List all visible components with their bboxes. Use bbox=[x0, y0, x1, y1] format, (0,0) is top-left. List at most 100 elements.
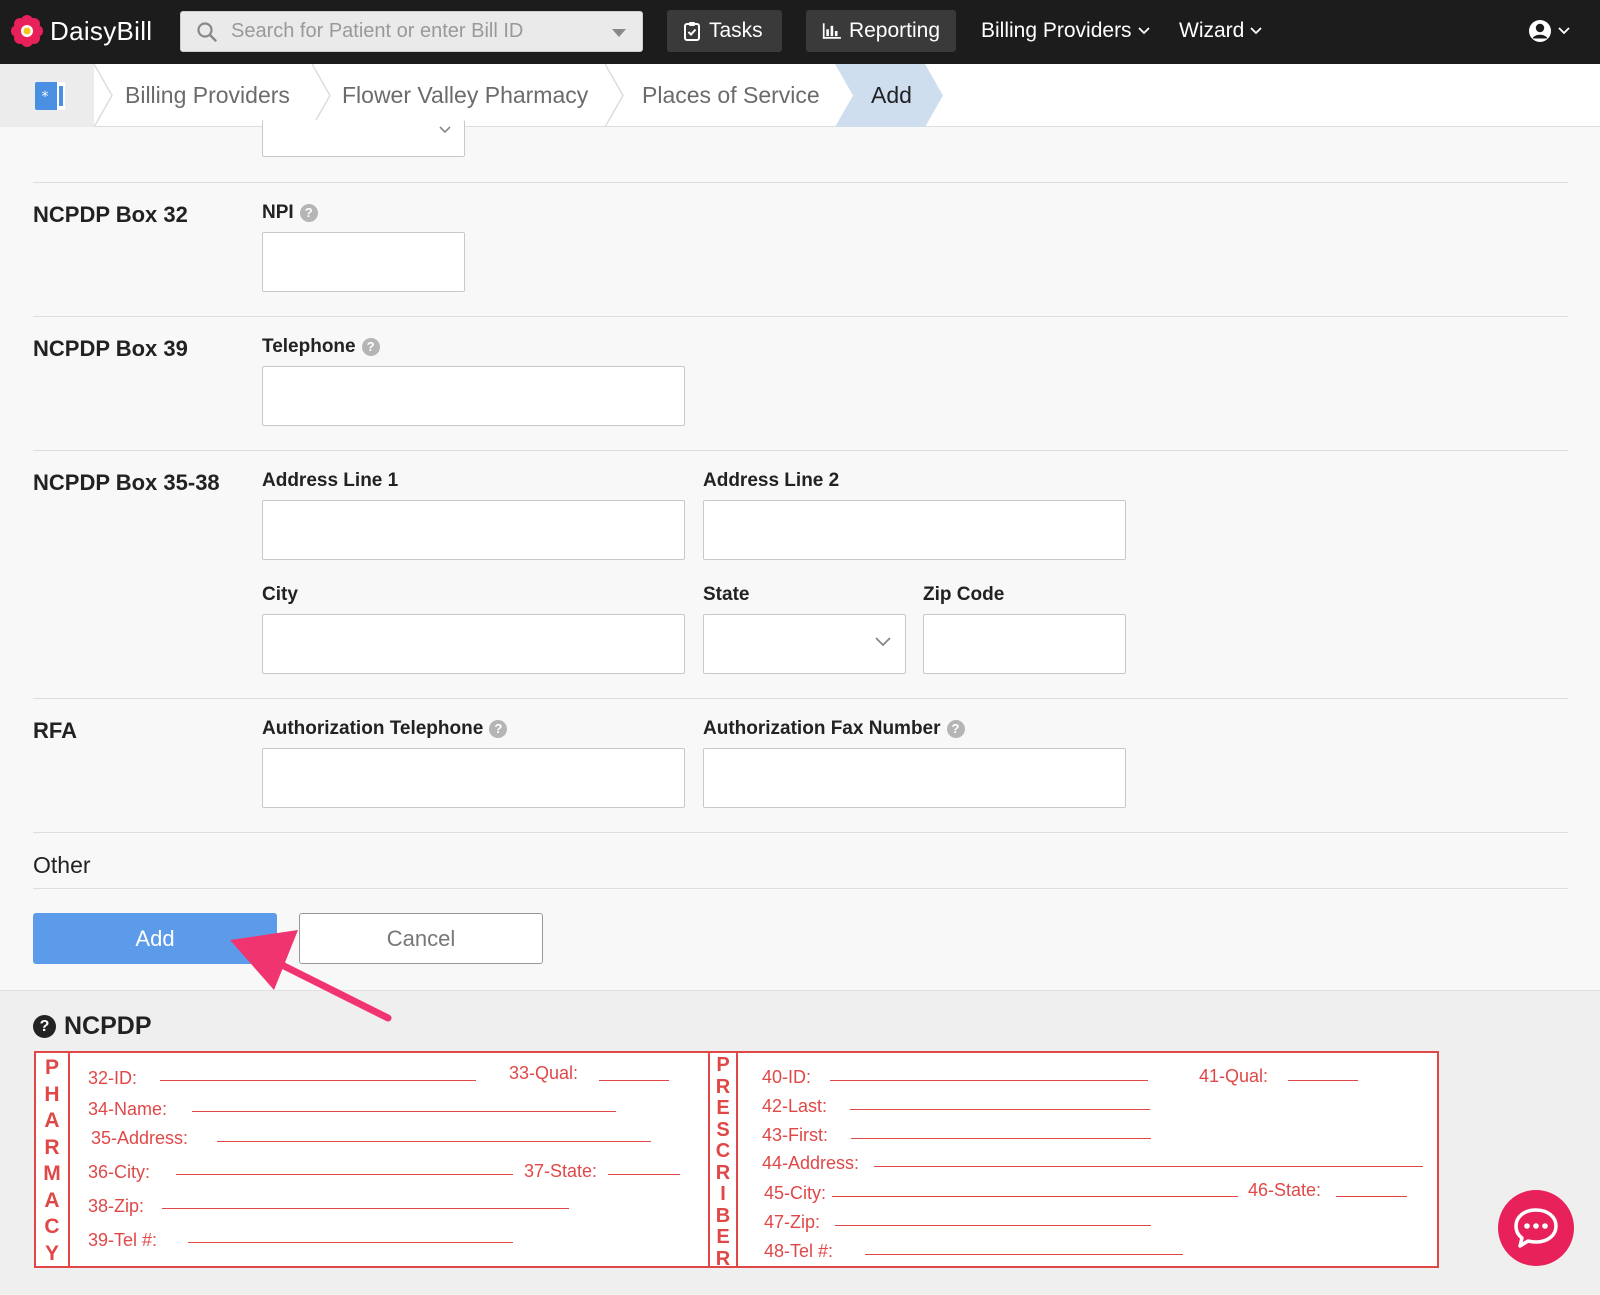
row-divider bbox=[33, 888, 1568, 889]
section-title-box35-38: NCPDP Box 35-38 bbox=[33, 470, 220, 495]
address-line1-label: Address Line 1 bbox=[262, 470, 399, 491]
zip-code-field[interactable] bbox=[923, 614, 1126, 674]
zip-code-input[interactable] bbox=[924, 615, 1125, 673]
help-icon[interactable]: ? bbox=[946, 720, 965, 738]
search-input[interactable] bbox=[231, 12, 601, 51]
address-line1-input[interactable] bbox=[263, 501, 684, 559]
field-line bbox=[851, 1138, 1151, 1139]
breadcrumb-places-of-service[interactable]: Places of Service bbox=[642, 64, 820, 127]
pharmacy-letter: R bbox=[44, 1135, 60, 1159]
address-line2-field[interactable] bbox=[703, 500, 1126, 560]
wizard-menu[interactable]: Wizard bbox=[1179, 19, 1262, 43]
prescriber-letter: R bbox=[715, 1161, 731, 1184]
field-40-id: 40-ID: bbox=[762, 1067, 812, 1087]
authorization-fax-label: Authorization Fax Number ? bbox=[703, 718, 965, 740]
question-circle-icon[interactable]: ? bbox=[33, 1015, 56, 1038]
billing-providers-label: Billing Providers bbox=[981, 19, 1132, 42]
prescriber-letter: P bbox=[716, 1054, 730, 1076]
pharmacy-letter: C bbox=[44, 1215, 60, 1238]
pharmacy-letter: M bbox=[43, 1162, 61, 1185]
reporting-label: Reporting bbox=[848, 19, 940, 42]
prescriber-letter: E bbox=[716, 1226, 730, 1248]
row-divider bbox=[33, 182, 1568, 183]
telephone-input[interactable] bbox=[263, 367, 684, 425]
ncpdp-title-text: NCPDP bbox=[64, 1012, 152, 1040]
field-47-zip: 47-Zip: bbox=[764, 1212, 821, 1232]
partial-select-field[interactable] bbox=[262, 120, 465, 157]
breadcrumb-separator bbox=[94, 64, 113, 127]
section-title-box39: NCPDP Box 39 bbox=[33, 336, 188, 361]
ncpdp-form-illustration: PHARMACY 32-ID: 33-Qual: 34-Name: 35-Add… bbox=[34, 1051, 1439, 1269]
prescriber-letter: S bbox=[716, 1118, 730, 1141]
chevron-down-icon bbox=[1558, 27, 1570, 35]
row-divider bbox=[33, 316, 1568, 317]
authorization-telephone-field[interactable] bbox=[262, 748, 685, 808]
pharmacy-letter: A bbox=[44, 1109, 60, 1132]
field-line bbox=[874, 1166, 1423, 1167]
top-navbar: DaisyBill Tasks Reporting Billing Provid… bbox=[0, 0, 1600, 64]
pharmacy-letter: P bbox=[44, 1056, 59, 1079]
daisy-logo-icon bbox=[11, 15, 43, 47]
npi-label: NPI ? bbox=[262, 202, 318, 224]
brand-logo[interactable]: DaisyBill bbox=[10, 14, 152, 48]
wizard-label: Wizard bbox=[1179, 19, 1245, 42]
city-field[interactable] bbox=[262, 614, 685, 674]
section-title-other: Other bbox=[33, 852, 91, 878]
field-46-state: 46-State: bbox=[1248, 1180, 1322, 1200]
state-select[interactable] bbox=[703, 614, 906, 674]
help-icon[interactable]: ? bbox=[361, 338, 380, 356]
telephone-field[interactable] bbox=[262, 366, 685, 426]
field-line bbox=[160, 1080, 476, 1081]
user-circle-icon bbox=[1529, 20, 1551, 42]
chat-button[interactable] bbox=[1498, 1190, 1574, 1266]
city-input[interactable] bbox=[263, 615, 684, 673]
billing-providers-menu[interactable]: Billing Providers bbox=[981, 19, 1150, 43]
npi-label-text: NPI bbox=[262, 202, 294, 223]
telephone-label: Telephone ? bbox=[262, 336, 380, 358]
reporting-button[interactable]: Reporting bbox=[806, 10, 956, 52]
address-line2-input[interactable] bbox=[704, 501, 1125, 559]
field-line bbox=[850, 1109, 1150, 1110]
breadcrumb-billing-providers[interactable]: Billing Providers bbox=[125, 64, 290, 127]
field-32-id: 32-ID: bbox=[88, 1068, 138, 1088]
address-line1-field[interactable] bbox=[262, 500, 685, 560]
prescriber-letter: R bbox=[715, 1247, 731, 1270]
npi-field[interactable] bbox=[262, 232, 465, 292]
authorization-fax-input[interactable] bbox=[704, 749, 1125, 807]
breadcrumb-flower-valley-pharmacy[interactable]: Flower Valley Pharmacy bbox=[342, 64, 588, 127]
field-34-name: 34-Name: bbox=[88, 1099, 168, 1119]
chat-bubble-icon bbox=[1514, 1208, 1558, 1248]
field-line bbox=[832, 1196, 1238, 1197]
authorization-telephone-input[interactable] bbox=[263, 749, 684, 807]
help-icon[interactable]: ? bbox=[299, 204, 318, 222]
prescriber-letter: C bbox=[715, 1140, 731, 1162]
npi-input[interactable] bbox=[263, 233, 464, 291]
tasks-button[interactable]: Tasks bbox=[667, 10, 782, 52]
field-38-zip: 38-Zip: bbox=[88, 1196, 145, 1216]
user-menu[interactable] bbox=[1528, 19, 1570, 43]
chevron-down-icon bbox=[1137, 27, 1150, 35]
help-icon[interactable]: ? bbox=[489, 720, 508, 738]
field-33-qual: 33-Qual: bbox=[509, 1063, 579, 1083]
chevron-down-icon bbox=[875, 637, 891, 647]
clipboard-check-icon bbox=[684, 22, 700, 41]
section-title-rfa: RFA bbox=[33, 718, 77, 743]
patient-search[interactable] bbox=[180, 11, 643, 52]
search-dropdown-caret-icon[interactable] bbox=[612, 29, 626, 37]
prescriber-vertical-label: PRESCRIBER bbox=[708, 1053, 738, 1269]
field-line bbox=[192, 1111, 616, 1112]
pharmacy-vertical-label: PHARMACY bbox=[36, 1053, 70, 1266]
field-line bbox=[865, 1254, 1183, 1255]
pharmacy-letter: H bbox=[44, 1082, 60, 1106]
field-41-qual: 41-Qual: bbox=[1199, 1066, 1269, 1086]
zip-code-label: Zip Code bbox=[923, 584, 1005, 605]
field-35-address: 35-Address: bbox=[91, 1128, 189, 1148]
city-label: City bbox=[262, 584, 298, 605]
authorization-fax-field[interactable] bbox=[703, 748, 1126, 808]
breadcrumb-home[interactable]: * bbox=[0, 64, 94, 127]
field-43-first: 43-First: bbox=[762, 1125, 829, 1145]
breadcrumb-current-add: Add bbox=[871, 82, 912, 108]
field-line bbox=[162, 1208, 569, 1209]
field-line bbox=[188, 1242, 513, 1243]
state-label: State bbox=[703, 584, 750, 605]
